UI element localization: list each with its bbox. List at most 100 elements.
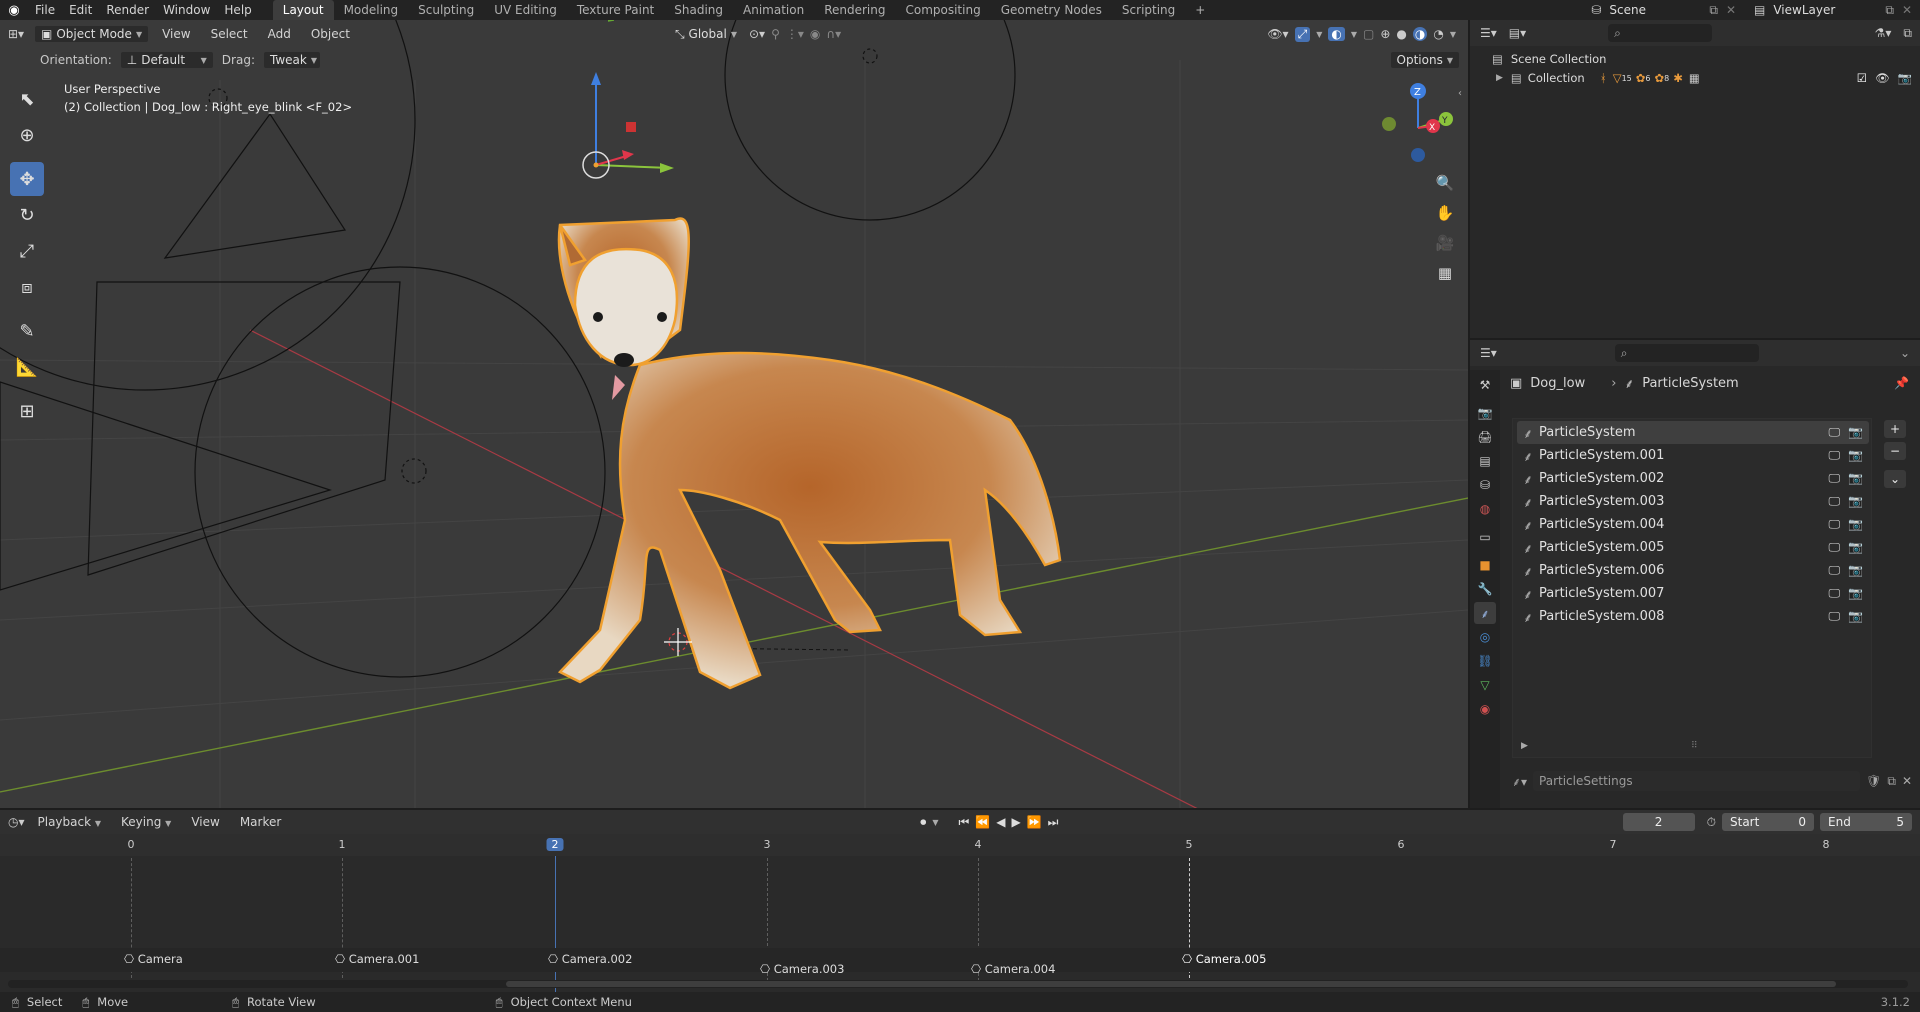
material-tab-icon[interactable]: ◉ (1474, 698, 1496, 720)
jump-to-end-icon[interactable]: ⏭ (1048, 815, 1059, 830)
blender-logo-icon[interactable]: ◉ (0, 3, 28, 18)
rotate-tool[interactable]: ↻ (10, 198, 44, 232)
expand-arrow-icon[interactable]: ▶ (1496, 73, 1503, 83)
jump-to-start-icon[interactable]: ⏮ (958, 815, 969, 830)
viewport-visibility-icon[interactable]: 🖵 (1828, 586, 1840, 601)
play-reverse-icon[interactable]: ◀ (996, 815, 1005, 829)
perspective-grid-icon[interactable]: ▦ (1432, 260, 1458, 286)
duplicate-icon[interactable]: ⧉ (1887, 774, 1896, 789)
list-item[interactable]: ⸙ ParticleSystem.002 🖵 📷 (1517, 467, 1869, 490)
falloff-icon[interactable]: ∩▾ (826, 27, 841, 41)
tool-tab-icon[interactable]: ⚒ (1474, 374, 1496, 396)
gizmo-dropdown-icon[interactable]: ▼ (1316, 30, 1322, 39)
keying-set-dropdown-icon[interactable]: ▼ (932, 818, 938, 827)
tab-shading[interactable]: Shading (664, 0, 733, 20)
eye-icon[interactable]: 👁 (1875, 71, 1890, 85)
end-frame-field[interactable]: End 5 (1820, 813, 1912, 831)
pan-hand-icon[interactable]: ✋ (1432, 200, 1458, 226)
timeline-scrollbar[interactable] (8, 980, 1908, 988)
specials-menu-button[interactable]: ⌄ (1884, 470, 1906, 488)
render-tab-icon[interactable]: 📷 (1474, 402, 1496, 424)
drag-dropdown[interactable]: Tweak ▼ (262, 51, 321, 69)
material-shading-icon[interactable]: ◑ (1412, 27, 1428, 41)
viewport-visibility-icon[interactable]: 🖵 (1828, 471, 1840, 486)
viewport-visibility-icon[interactable]: 🖵 (1828, 517, 1840, 532)
view-layer-name[interactable]: ViewLayer (1773, 3, 1885, 17)
list-item[interactable]: ⸙ ParticleSystem.004 🖵 📷 (1517, 513, 1869, 536)
transform-orientation-dropdown[interactable]: ⤡ Global ▼ (669, 25, 743, 43)
render-visibility-icon[interactable]: 📷 (1848, 540, 1863, 555)
rendered-shading-icon[interactable]: ◔ (1433, 27, 1443, 41)
measure-tool[interactable]: 📐 (10, 350, 44, 384)
snap-icon[interactable]: ⚲ (771, 27, 780, 41)
sidebar-toggle-icon[interactable]: ‹ (1458, 88, 1462, 99)
render-visibility-icon[interactable]: 📷 (1848, 586, 1863, 601)
current-frame-indicator[interactable]: 2 (546, 838, 564, 851)
options-dropdown[interactable]: Options ▼ (1389, 51, 1460, 69)
editor-type-icon[interactable]: ☰▾ (1480, 346, 1497, 360)
tab-modeling[interactable]: Modeling (334, 0, 409, 20)
camera-marker-selected[interactable]: ⎔ Camera.005 (1182, 952, 1266, 966)
tab-compositing[interactable]: Compositing (895, 0, 990, 20)
visibility-selectability-icon[interactable]: 👁▾ (1267, 27, 1288, 41)
tab-uv-editing[interactable]: UV Editing (484, 0, 567, 20)
add-particle-system-button[interactable]: + (1884, 420, 1906, 438)
overlay-dropdown-icon[interactable]: ▼ (1351, 30, 1357, 39)
tab-scripting[interactable]: Scripting (1112, 0, 1185, 20)
xray-toggle-icon[interactable]: ▢ (1363, 27, 1374, 41)
remove-particle-system-button[interactable]: − (1884, 442, 1906, 460)
tab-geometry-nodes[interactable]: Geometry Nodes (991, 0, 1112, 20)
render-camera-icon[interactable]: 📷 (1898, 71, 1912, 85)
render-visibility-icon[interactable]: 📷 (1848, 448, 1863, 463)
particle-settings-icon[interactable]: ⸙▾ (1512, 773, 1527, 790)
mode-dropdown[interactable]: ▣ Object Mode ▼ (34, 25, 150, 43)
particles-tab-icon[interactable]: ⸙ (1474, 602, 1496, 624)
list-item[interactable]: ⸙ ParticleSystem.007 🖵 📷 (1517, 582, 1869, 605)
world-tab-icon[interactable]: ◍ (1474, 498, 1496, 520)
editor-type-icon[interactable]: ⊞▾ (8, 27, 28, 41)
orientation-dropdown[interactable]: ⊥ Default ▼ (119, 51, 214, 69)
render-visibility-icon[interactable]: 📷 (1848, 563, 1863, 578)
properties-search-field[interactable]: ⌕ (1614, 344, 1759, 362)
viewport-visibility-icon[interactable]: 🖵 (1828, 494, 1840, 509)
proportional-edit-icon[interactable]: ◉ (810, 27, 820, 41)
jump-to-keyframe-forward-icon[interactable]: ⏩ (1027, 815, 1042, 829)
scale-tool[interactable]: ⤢ (10, 234, 44, 268)
list-item[interactable]: ⸙ ParticleSystem.006 🖵 📷 (1517, 559, 1869, 582)
playhead[interactable] (555, 856, 556, 996)
transform-tool[interactable]: ⧈ (10, 270, 44, 304)
start-frame-field[interactable]: Start 0 (1722, 813, 1814, 831)
list-item[interactable]: ⸙ ParticleSystem.003 🖵 📷 (1517, 490, 1869, 513)
scene-name[interactable]: Scene (1609, 3, 1709, 17)
collection-tab-icon[interactable]: ▭ (1474, 526, 1496, 548)
new-collection-icon[interactable]: ⧉ (1903, 26, 1912, 41)
collection-row[interactable]: ▶ ▤ Collection ᚼ ▽ 15 ✿ 6 ✿ 8 ✱ ▦ ☑ 👁 📷 (1470, 68, 1920, 88)
add-workspace-button[interactable]: + (1185, 0, 1215, 20)
scene-icon[interactable]: ⛁ (1591, 3, 1601, 17)
output-tab-icon[interactable]: 🖨 (1474, 426, 1496, 448)
frame-ruler[interactable]: 0 1 2 3 4 5 6 7 8 (0, 834, 1920, 856)
snap-target-icon[interactable]: ⋮▾ (786, 27, 804, 41)
timeline-menu-playback[interactable]: Playback ▼ (31, 812, 109, 832)
new-scene-icon[interactable]: ⧉ (1709, 3, 1718, 18)
pin-icon[interactable]: 📌 (1894, 376, 1909, 390)
object-tab-icon[interactable]: ■ (1474, 554, 1496, 576)
unlink-icon[interactable]: ✕ (1902, 774, 1912, 788)
view-layer-icon[interactable]: ▤ (1754, 3, 1765, 17)
wireframe-shading-icon[interactable]: ⊕ (1380, 27, 1390, 41)
menu-help[interactable]: Help (217, 0, 258, 20)
list-item[interactable]: ⸙ ParticleSystem.005 🖵 📷 (1517, 536, 1869, 559)
add-cube-tool[interactable]: ⊞ (10, 394, 44, 428)
viewport-visibility-icon[interactable]: 🖵 (1828, 609, 1840, 624)
viewport-menu-object[interactable]: Object (304, 24, 357, 44)
tab-animation[interactable]: Animation (733, 0, 814, 20)
render-visibility-icon[interactable]: 📷 (1848, 471, 1863, 486)
display-mode-icon[interactable]: ▤▾ (1509, 26, 1526, 40)
tab-rendering[interactable]: Rendering (814, 0, 895, 20)
camera-marker[interactable]: ⎔ Camera.002 (548, 952, 632, 966)
resize-handle-icon[interactable]: ⠿ (1691, 741, 1698, 751)
timeline-menu-marker[interactable]: Marker (233, 812, 288, 832)
shading-dropdown-icon[interactable]: ▼ (1450, 30, 1456, 39)
delete-scene-icon[interactable]: ✕ (1726, 3, 1736, 17)
timeline-menu-keying[interactable]: Keying ▼ (114, 812, 178, 832)
